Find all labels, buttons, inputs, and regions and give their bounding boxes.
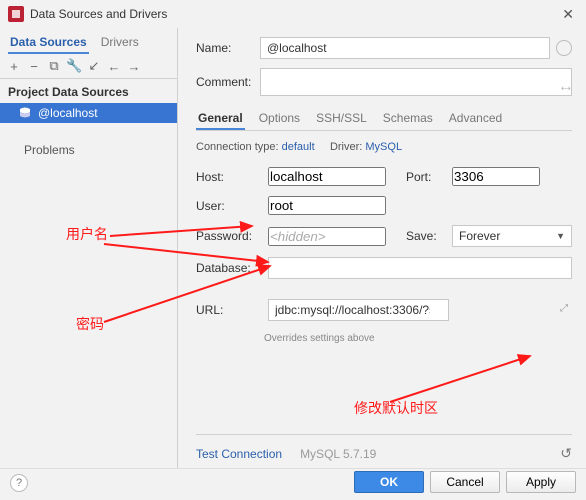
name-label: Name: xyxy=(196,41,260,55)
comment-input[interactable]: ⤢ xyxy=(260,68,572,96)
ok-button[interactable]: OK xyxy=(354,471,424,493)
datasource-icon xyxy=(18,106,32,120)
password-label: Password: xyxy=(196,229,258,243)
dialog-buttons: OK Cancel Apply xyxy=(0,468,586,500)
detail-tabs: General Options SSH/SSL Schemas Advanced xyxy=(196,108,572,131)
back-icon[interactable]: ← xyxy=(106,59,122,74)
tab-advanced[interactable]: Advanced xyxy=(447,108,504,130)
cancel-button[interactable]: Cancel xyxy=(430,471,500,493)
forward-icon[interactable]: → xyxy=(126,59,142,74)
expand-icon[interactable]: ⤢ xyxy=(559,82,572,95)
tab-sshssl[interactable]: SSH/SSL xyxy=(314,108,369,130)
tab-schemas[interactable]: Schemas xyxy=(381,108,435,130)
password-input[interactable] xyxy=(268,227,386,246)
chevron-down-icon: ▼ xyxy=(556,231,565,241)
database-input[interactable] xyxy=(268,257,572,279)
right-panel: Name: Comment: ⤢ General Options SSH/SSL… xyxy=(178,28,586,468)
test-connection-link[interactable]: Test Connection xyxy=(196,447,282,461)
connection-type-link[interactable]: default xyxy=(282,141,315,153)
wrench-icon[interactable]: 🔧 xyxy=(66,58,82,74)
tree-item-localhost[interactable]: @localhost xyxy=(0,103,177,123)
left-toolbar: + − ⧉ 🔧 ↙ ← → xyxy=(0,54,177,79)
main-content: Data Sources Drivers + − ⧉ 🔧 ↙ ← → Proje… xyxy=(0,28,586,468)
close-icon[interactable]: ✕ xyxy=(558,4,578,25)
driver-link[interactable]: MySQL xyxy=(365,141,402,153)
save-select[interactable]: Forever ▼ xyxy=(452,225,572,247)
comment-label: Comment: xyxy=(196,75,260,89)
port-label: Port: xyxy=(406,170,442,184)
database-label: Database: xyxy=(196,261,258,275)
name-input[interactable] xyxy=(260,37,550,59)
tree-item-label: @localhost xyxy=(38,106,98,120)
left-panel: Data Sources Drivers + − ⧉ 🔧 ↙ ← → Proje… xyxy=(0,28,178,468)
apply-button[interactable]: Apply xyxy=(506,471,576,493)
app-icon xyxy=(8,6,24,22)
tab-options[interactable]: Options xyxy=(257,108,302,130)
url-input[interactable] xyxy=(268,299,449,321)
undo-icon[interactable]: ↙ xyxy=(86,58,102,74)
remove-icon[interactable]: − xyxy=(26,59,42,74)
revert-icon[interactable]: ↺ xyxy=(560,445,572,462)
port-input[interactable] xyxy=(452,167,540,186)
copy-icon[interactable]: ⧉ xyxy=(46,58,62,74)
host-label: Host: xyxy=(196,170,258,184)
window-title: Data Sources and Drivers xyxy=(30,7,558,21)
expand-icon[interactable]: ⤢ xyxy=(560,303,568,314)
driver-version: MySQL 5.7.19 xyxy=(300,447,376,461)
help-icon[interactable]: ? xyxy=(10,474,28,492)
left-tabs: Data Sources Drivers xyxy=(0,28,177,54)
user-input[interactable] xyxy=(268,196,386,215)
problems-section[interactable]: Problems xyxy=(0,123,177,177)
tab-general[interactable]: General xyxy=(196,108,245,130)
panel-footer: Test Connection MySQL 5.7.19 ↺ xyxy=(196,434,572,468)
user-label: User: xyxy=(196,199,258,213)
title-bar: Data Sources and Drivers ✕ xyxy=(0,0,586,28)
tab-drivers[interactable]: Drivers xyxy=(99,32,141,54)
color-indicator[interactable] xyxy=(556,40,572,56)
url-label: URL: xyxy=(196,303,258,317)
host-input[interactable] xyxy=(268,167,386,186)
save-label: Save: xyxy=(406,229,442,243)
add-icon[interactable]: + xyxy=(6,59,22,74)
tab-data-sources[interactable]: Data Sources xyxy=(8,32,89,54)
connection-info: Connection type: default Driver: MySQL xyxy=(196,141,572,153)
override-note: Overrides settings above xyxy=(264,333,572,344)
tree-header: Project Data Sources xyxy=(0,79,177,103)
